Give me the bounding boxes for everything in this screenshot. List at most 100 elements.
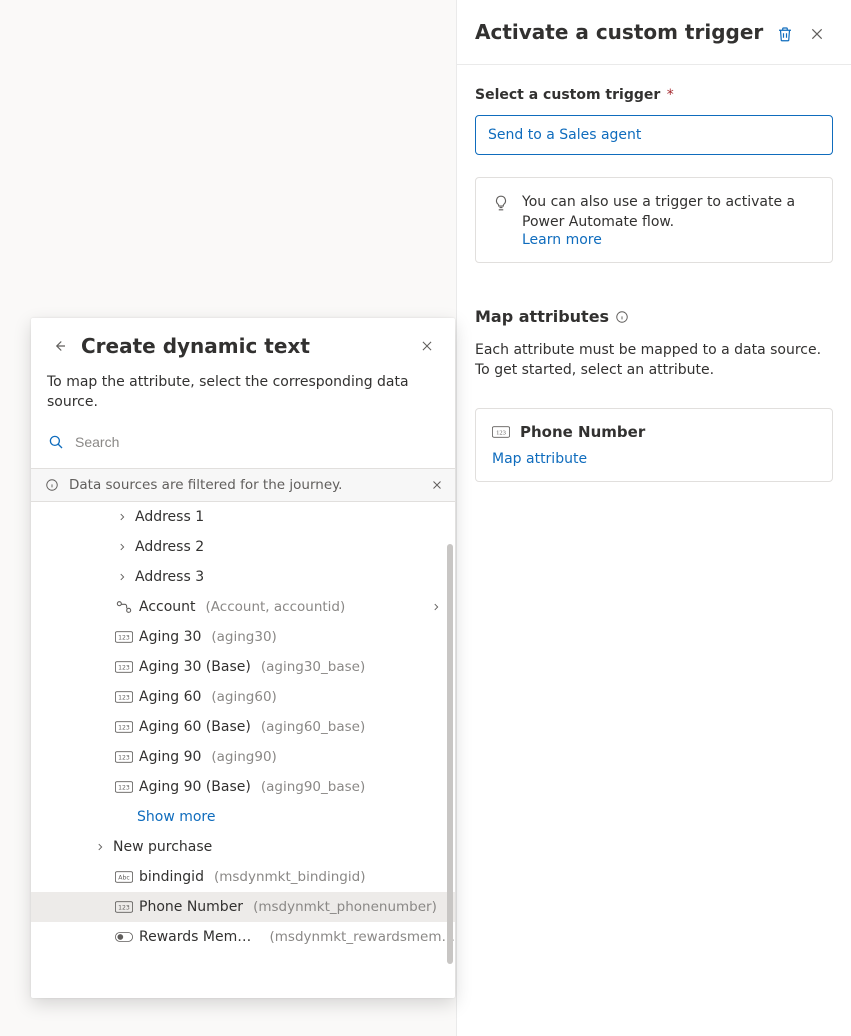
svg-text:123: 123 [118, 904, 130, 911]
show-more-label: Show more [137, 809, 216, 825]
tree-item-label: Aging 90 (Base) [139, 779, 251, 795]
tree-node-address3[interactable]: Address 3 [31, 562, 455, 592]
data-source-tree[interactable]: Address 1 Address 2 Address 3 Account (A… [31, 502, 455, 998]
close-panel-button[interactable] [801, 18, 833, 50]
popover-header: Create dynamic text [31, 318, 455, 360]
select-trigger-label: Select a custom trigger [475, 87, 660, 103]
tree-item-logical: (aging90_base) [261, 779, 365, 795]
search-row [31, 424, 455, 468]
info-card: You can also use a trigger to activate a… [475, 177, 833, 263]
info-icon [45, 478, 59, 492]
tree-item-label: Account [139, 599, 196, 615]
filter-banner: Data sources are filtered for the journe… [31, 468, 455, 502]
tree-item-logical: (Account, accountid) [206, 599, 346, 615]
popover-title: Create dynamic text [81, 334, 413, 358]
dynamic-text-popover: Create dynamic text To map the attribute… [31, 318, 455, 998]
close-icon [431, 479, 443, 491]
back-button[interactable] [45, 332, 73, 360]
tree-item-logical: (aging90) [211, 749, 276, 765]
show-more-link[interactable]: Show more [31, 802, 455, 832]
tree-node-address1[interactable]: Address 1 [31, 502, 455, 532]
chevron-right-icon [93, 842, 107, 852]
tree-item-label: Address 3 [135, 569, 204, 585]
scrollbar-thumb[interactable] [447, 544, 453, 964]
panel-header: Activate a custom trigger [457, 0, 851, 65]
tree-item-label: Phone Number [139, 899, 243, 915]
activate-trigger-panel: Activate a custom trigger Select a custo… [456, 0, 851, 1036]
chevron-right-icon [115, 542, 129, 552]
number-type-icon: 123 [115, 750, 133, 764]
svg-text:123: 123 [118, 694, 130, 701]
chevron-right-icon [115, 512, 129, 522]
info-icon[interactable] [615, 310, 629, 324]
number-type-icon: 123 [115, 630, 133, 644]
tree-node-address2[interactable]: Address 2 [31, 532, 455, 562]
svg-text:123: 123 [118, 784, 130, 791]
arrow-left-icon [50, 337, 68, 355]
tree-item-label: Rewards Member [139, 929, 260, 945]
number-type-icon: 123 [115, 900, 133, 914]
popover-close-button[interactable] [413, 332, 441, 360]
tree-node-aging30-base[interactable]: 123 Aging 30 (Base) (aging30_base) [31, 652, 455, 682]
tree-item-label: New purchase [113, 839, 212, 855]
map-attribute-link[interactable]: Map attribute [492, 451, 816, 467]
tree-item-label: Aging 60 (Base) [139, 719, 251, 735]
tree-node-account[interactable]: Account (Account, accountid) [31, 592, 455, 622]
tree-item-logical: (aging60_base) [261, 719, 365, 735]
svg-text:123: 123 [118, 754, 130, 761]
svg-text:123: 123 [118, 634, 130, 641]
tree-node-aging90-base[interactable]: 123 Aging 90 (Base) (aging90_base) [31, 772, 455, 802]
tree-node-aging60-base[interactable]: 123 Aging 60 (Base) (aging60_base) [31, 712, 455, 742]
trash-icon [776, 25, 794, 43]
number-type-icon: 123 [115, 720, 133, 734]
tree-node-phone-number[interactable]: 123 Phone Number (msdynmkt_phonenumber) [31, 892, 455, 922]
attribute-card[interactable]: 123 Phone Number Map attribute [475, 408, 833, 482]
svg-text:Abc: Abc [118, 874, 129, 881]
tree-item-logical: (msdynmkt_rewardsmem… [270, 929, 455, 945]
number-type-icon: 123 [115, 660, 133, 674]
tree-item-logical: (msdynmkt_bindingid) [214, 869, 366, 885]
attribute-name: Phone Number [520, 423, 645, 441]
required-indicator: * [667, 87, 674, 103]
panel-title: Activate a custom trigger [475, 18, 769, 46]
boolean-type-icon [115, 930, 133, 944]
tree-node-aging60[interactable]: 123 Aging 60 (aging60) [31, 682, 455, 712]
number-type-icon: 123 [115, 690, 133, 704]
tree-node-aging90[interactable]: 123 Aging 90 (aging90) [31, 742, 455, 772]
filter-dismiss-button[interactable] [431, 479, 443, 491]
svg-text:123: 123 [496, 429, 507, 436]
tree-node-new-purchase[interactable]: New purchase [31, 832, 455, 862]
delete-button[interactable] [769, 18, 801, 50]
search-input[interactable] [75, 428, 439, 456]
tree-node-rewards-member[interactable]: Rewards Member (msdynmkt_rewardsmem… [31, 922, 455, 952]
tree-item-label: Address 1 [135, 509, 204, 525]
lightbulb-icon [492, 194, 510, 248]
number-type-icon: 123 [115, 780, 133, 794]
info-text: You can also use a trigger to activate a… [522, 194, 795, 230]
tree-item-label: bindingid [139, 869, 204, 885]
number-type-icon: 123 [492, 425, 510, 439]
lookup-icon [115, 600, 133, 614]
tree-node-aging30[interactable]: 123 Aging 30 (aging30) [31, 622, 455, 652]
chevron-right-icon [431, 602, 441, 612]
tree-wrapper: Address 1 Address 2 Address 3 Account (A… [31, 502, 455, 998]
tree-item-logical: (aging30) [211, 629, 276, 645]
tree-node-bindingid[interactable]: Abc bindingid (msdynmkt_bindingid) [31, 862, 455, 892]
trigger-select-value: Send to a Sales agent [488, 127, 641, 143]
select-trigger-label-row: Select a custom trigger * [475, 87, 833, 103]
close-icon [809, 26, 825, 42]
text-type-icon: Abc [115, 870, 133, 884]
info-text-block: You can also use a trigger to activate a… [522, 192, 816, 248]
popover-description: To map the attribute, select the corresp… [31, 360, 455, 424]
tree-item-logical: (aging30_base) [261, 659, 365, 675]
tree-item-label: Aging 30 (Base) [139, 659, 251, 675]
map-attributes-heading: Map attributes [475, 307, 833, 326]
tree-item-label: Address 2 [135, 539, 204, 555]
close-icon [420, 339, 434, 353]
tree-item-label: Aging 60 [139, 689, 201, 705]
tree-item-logical: (msdynmkt_phonenumber) [253, 899, 437, 915]
trigger-select[interactable]: Send to a Sales agent [475, 115, 833, 155]
learn-more-link[interactable]: Learn more [522, 232, 816, 248]
map-attributes-description: Each attribute must be mapped to a data … [475, 340, 833, 380]
tree-item-label: Aging 90 [139, 749, 201, 765]
